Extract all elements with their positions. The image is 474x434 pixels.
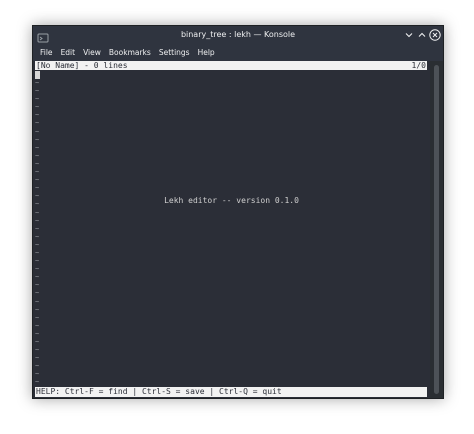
minimize-button[interactable] (403, 29, 415, 41)
empty-line-marker: ~ (35, 265, 40, 274)
empty-line-marker: ~ (35, 95, 40, 104)
title-bar[interactable]: binary_tree : lekh — Konsole (33, 26, 443, 45)
menu-view[interactable]: View (79, 45, 105, 61)
maximize-button[interactable] (416, 29, 428, 41)
empty-line-marker: ~ (35, 79, 40, 87)
empty-line-marker: ~ (35, 329, 40, 338)
close-icon (429, 29, 441, 41)
empty-line-marker: ~ (35, 168, 40, 177)
empty-line-marker: ~ (35, 378, 40, 387)
close-button[interactable] (429, 29, 441, 41)
konsole-window: binary_tree : lekh — Konsole File Edit V… (32, 25, 444, 399)
empty-line-marker: ~ (35, 362, 40, 371)
empty-line-marker: ~ (35, 224, 40, 233)
menu-bookmarks[interactable]: Bookmarks (105, 45, 155, 61)
empty-line-marker: ~ (35, 281, 40, 290)
empty-line-marker: ~ (35, 127, 40, 136)
chevron-up-icon (418, 32, 426, 37)
empty-line-marker: ~ (35, 111, 40, 120)
empty-line-marker: ~ (35, 143, 40, 152)
empty-line-marker: ~ (35, 176, 40, 185)
empty-line-marker: ~ (35, 305, 40, 314)
empty-line-marker: ~ (35, 354, 40, 363)
empty-line-marker: ~ (35, 297, 40, 306)
empty-line-marker: ~ (35, 289, 40, 298)
empty-line-marker: ~ (35, 248, 40, 257)
empty-line-marker: ~ (35, 216, 40, 225)
menu-edit[interactable]: Edit (57, 45, 80, 61)
menu-bar: File Edit View Bookmarks Settings Help (33, 45, 443, 61)
menu-help[interactable]: Help (194, 45, 219, 61)
scrollbar[interactable] (430, 61, 443, 398)
text-cursor (35, 71, 40, 79)
empty-line-marker: ~ (35, 313, 40, 322)
editor-status-bar: [No Name] - 0 lines 1/0 (35, 61, 427, 70)
empty-line-marker: ~ (35, 232, 40, 241)
empty-line-marker: ~ (35, 273, 40, 282)
file-status: [No Name] - 0 lines (36, 61, 128, 70)
empty-line-marker: ~ (35, 346, 40, 355)
window-title: binary_tree : lekh — Konsole (180, 30, 296, 39)
chevron-down-icon (405, 33, 413, 38)
empty-line-marker: ~ (35, 370, 40, 379)
empty-line-marker: ~ (35, 151, 40, 160)
empty-line-marker: ~ (35, 103, 40, 112)
empty-line-marker: ~ (35, 321, 40, 330)
menu-file[interactable]: File (36, 45, 57, 61)
help-bar: HELP: Ctrl-F = find | Ctrl-S = save | Ct… (35, 387, 427, 397)
welcome-message: Lekh editor -- version 0.1.0 (164, 196, 299, 205)
empty-line-marker: ~ (35, 119, 40, 128)
menu-settings[interactable]: Settings (155, 45, 194, 61)
empty-line-marker: ~ (35, 338, 40, 346)
scrollbar-thumb[interactable] (434, 65, 439, 394)
empty-line-marker: ~ (35, 257, 40, 266)
empty-line-marker: ~ (35, 87, 40, 96)
empty-line-marker: ~ (35, 184, 40, 193)
cursor-position: 1/0 (411, 61, 426, 70)
empty-line-marker: ~ (35, 135, 40, 144)
empty-line-marker: ~ (35, 208, 40, 217)
empty-line-marker: ~ (35, 159, 40, 168)
empty-line-markers: ~ ~ ~ ~ ~ ~ ~ ~ ~ ~ ~ ~ ~ ~ ~ ~ ~ ~ ~ ~ ~ ~ ~ ~ ~ ~ ~ ~ ~ ~ ~ ~ ~ ~ ~ ~ ~ ~ (35, 79, 43, 387)
empty-line-marker: ~ (35, 240, 40, 249)
terminal-area[interactable]: [No Name] - 0 lines 1/0 ~ ~ ~ ~ ~ ~ ~ ~ ~ ~ ~ ~ ~ ~ ~ ~… (33, 61, 430, 398)
